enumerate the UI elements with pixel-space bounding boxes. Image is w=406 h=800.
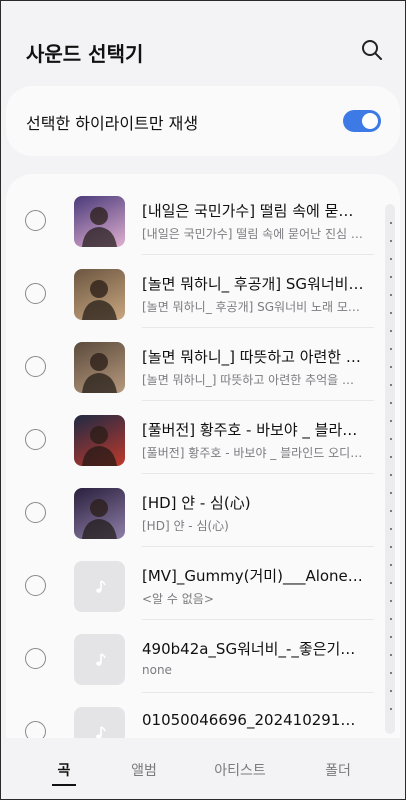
song-row[interactable]: [놀면 뭐하니_ 후공개] SG워너비 노... [놀면 뭐하니_ 후공개] SG… <box>6 255 400 328</box>
tab-label: 아티스트 <box>214 763 266 779</box>
tab-albums[interactable]: 앨범 <box>124 760 164 780</box>
song-title: [풀버전] 황주호 - 바보야 _ 블라인... <box>142 421 364 439</box>
song-title: [내일은 국민가수] 떨림 속에 묻어난... <box>142 202 364 220</box>
song-subtitle: <알 수 없음> <box>142 592 214 606</box>
toggle-knob <box>362 113 378 129</box>
search-button[interactable] <box>358 36 386 64</box>
song-title: [HD] 얀 - 심(心) <box>142 494 251 512</box>
music-note-icon <box>74 561 125 612</box>
song-row[interactable]: [HD] 얀 - 심(心) [HD] 얀 - 심(心) <box>6 474 400 547</box>
music-note-icon <box>74 634 125 685</box>
select-radio[interactable] <box>25 502 46 523</box>
song-row[interactable]: [내일은 국민가수] 떨림 속에 묻어난... [내일은 국민가수] 떨림 속에 … <box>6 182 400 255</box>
song-row[interactable]: [놀면 뭐하니_] 따뜻하고 아련한 추... [놀면 뭐하니_] 따뜻하고 아련… <box>6 328 400 401</box>
song-list: [내일은 국민가수] 떨림 속에 묻어난... [내일은 국민가수] 떨림 속에 … <box>6 182 400 766</box>
song-title: [놀면 뭐하니_] 따뜻하고 아련한 추... <box>142 348 364 366</box>
tab-label: 앨범 <box>131 763 157 779</box>
song-row[interactable]: [풀버전] 황주호 - 바보야 _ 블라인... [풀버전] 황주호 - 바보야 … <box>6 401 400 474</box>
tab-label: 폴더 <box>325 763 351 779</box>
song-title: [MV]_Gummy(거미)___Alone(혼... <box>142 567 364 585</box>
song-title: 490b42a_SG워너비_-_좋은기억[... <box>142 640 364 658</box>
tab-label: 곡 <box>57 763 71 779</box>
song-subtitle: [풀버전] 황주호 - 바보야 _ 블라인드 오디션 ... <box>142 446 364 460</box>
song-row[interactable]: [MV]_Gummy(거미)___Alone(혼... <알 수 없음> <box>6 547 400 620</box>
highlight-toggle-label: 선택한 하이라이트만 재생 <box>26 114 199 133</box>
song-title: 01050046696_20241029120731 <box>142 711 364 729</box>
song-subtitle: [HD] 얀 - 심(心) <box>142 519 229 533</box>
album-thumbnail <box>74 342 125 393</box>
page-title: 사운드 선택기 <box>26 42 144 66</box>
song-subtitle: [놀면 뭐하니_] 따뜻하고 아련한 추억을 노래하... <box>142 373 364 387</box>
search-icon <box>362 40 382 60</box>
select-radio[interactable] <box>25 575 46 596</box>
select-radio[interactable] <box>25 356 46 377</box>
bottom-tab-bar: 곡 앨범 아티스트 폴더 <box>0 738 406 800</box>
album-thumbnail <box>74 196 125 247</box>
album-thumbnail <box>74 269 125 320</box>
tab-artists[interactable]: 아티스트 <box>210 760 270 780</box>
song-list-card: [내일은 국민가수] 떨림 속에 묻어난... [내일은 국민가수] 떨림 속에 … <box>6 174 400 774</box>
active-tab-indicator <box>52 784 76 786</box>
song-subtitle: none <box>142 663 172 677</box>
select-radio[interactable] <box>25 283 46 304</box>
select-radio[interactable] <box>25 210 46 231</box>
highlight-toggle-card: 선택한 하이라이트만 재생 <box>6 86 400 156</box>
album-thumbnail <box>74 415 125 466</box>
song-subtitle: [내일은 국민가수] 떨림 속에 묻어난 진심 가득한... <box>142 227 364 241</box>
tab-songs[interactable]: 곡 <box>52 760 76 786</box>
song-subtitle: [놀면 뭐하니_ 후공개] SG워너비 노래 모음 (Ha... <box>142 300 364 314</box>
highlight-toggle-switch[interactable] <box>343 110 381 132</box>
scrollbar-index-dots <box>390 214 392 724</box>
song-title: [놀면 뭐하니_ 후공개] SG워너비 노... <box>142 275 364 293</box>
tab-folders[interactable]: 폴더 <box>320 760 356 780</box>
app-header: 사운드 선택기 <box>0 0 406 90</box>
select-radio[interactable] <box>25 429 46 450</box>
album-thumbnail <box>74 488 125 539</box>
song-row[interactable]: 490b42a_SG워너비_-_좋은기억[...none <box>6 620 400 693</box>
select-radio[interactable] <box>25 648 46 669</box>
